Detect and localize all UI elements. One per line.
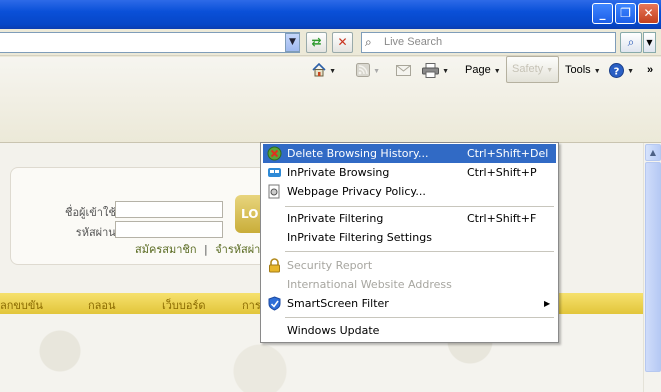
restore-icon: ❐	[620, 6, 631, 20]
menu-item-windows-update[interactable]: Windows Update	[263, 321, 556, 340]
chevron-up-icon: ▲	[649, 148, 657, 157]
safety-menu-button[interactable]: Safety ▼	[506, 56, 560, 83]
vertical-scrollbar[interactable]: ▲	[643, 143, 661, 392]
chevron-down-icon: ▼	[373, 68, 380, 75]
chevron-down-icon: ▼	[289, 37, 296, 47]
password-input[interactable]	[115, 221, 223, 238]
tools-menu-label: Tools	[565, 64, 591, 76]
menu-item-delete-browsing-history[interactable]: Delete Browsing History... Ctrl+Shift+De…	[263, 144, 556, 163]
search-options-button[interactable]: ▼	[643, 32, 656, 53]
magnifier-icon: ⌕	[627, 35, 635, 49]
lock-icon	[269, 258, 280, 273]
read-mail-button[interactable]	[396, 59, 411, 81]
rss-icon	[356, 63, 370, 78]
menu-item-label: InPrivate Browsing	[287, 166, 390, 179]
scroll-up-button[interactable]: ▲	[645, 144, 661, 161]
stop-button[interactable]: ✕	[332, 32, 353, 53]
search-box[interactable]: ⌕ Live Search	[361, 32, 616, 53]
feeds-button[interactable]: ▼	[356, 59, 380, 81]
close-icon: ✕	[643, 6, 654, 20]
home-button[interactable]: ▼	[312, 59, 336, 81]
menu-item-shortcut: Ctrl+Shift+P	[467, 166, 537, 179]
site-nav-item[interactable]: กลอน	[88, 296, 116, 314]
refresh-button[interactable]: ⇄	[306, 32, 327, 53]
menu-item-inprivate-filtering[interactable]: InPrivate Filtering Ctrl+Shift+F	[263, 209, 556, 228]
scroll-thumb[interactable]	[645, 162, 661, 372]
menu-item-label: International Website Address	[287, 278, 452, 291]
menu-separator	[285, 206, 554, 207]
menu-item-label: Webpage Privacy Policy...	[287, 185, 426, 198]
address-field[interactable]	[0, 32, 300, 53]
register-link[interactable]: สมัครสมาชิก	[135, 243, 197, 256]
mail-icon	[396, 64, 411, 76]
site-nav-item[interactable]: เว็บบอร์ด	[162, 296, 206, 314]
menu-item-webpage-privacy-policy[interactable]: Webpage Privacy Policy...	[263, 182, 556, 201]
menu-item-shortcut: Ctrl+Shift+Del	[467, 147, 549, 160]
refresh-icon: ⇄	[311, 35, 322, 49]
printer-icon	[422, 62, 439, 78]
menu-separator	[285, 317, 554, 318]
delete-history-icon	[267, 146, 282, 161]
help-button[interactable]: ? ▼	[609, 59, 634, 81]
print-button[interactable]: ▼	[422, 59, 449, 81]
link-separator: |	[204, 243, 208, 256]
chevron-down-icon: ▼	[493, 68, 501, 75]
close-button[interactable]: ✕	[638, 3, 659, 24]
chevron-down-icon: ▼	[546, 67, 554, 74]
menu-item-label: InPrivate Filtering	[287, 212, 384, 225]
site-nav-item[interactable]: ลกขบขัน	[0, 296, 43, 314]
inprivate-icon	[268, 168, 281, 177]
menu-item-label: Security Report	[287, 259, 373, 272]
menu-item-international-website-address: International Website Address	[263, 275, 556, 294]
menu-item-security-report: Security Report	[263, 256, 556, 275]
chevron-down-icon: ▼	[646, 38, 653, 47]
username-label: ชื่อผู้เข้าใช้ :	[64, 206, 123, 219]
chevron-down-icon: ▼	[442, 68, 449, 75]
address-row: ▼ ⇄ ✕ ⌕ Live Search ⌕ ▼	[0, 29, 661, 56]
search-button[interactable]: ⌕	[620, 32, 642, 53]
chevron-right-double-icon: »	[647, 64, 654, 76]
menu-separator	[285, 251, 554, 252]
menu-item-label: Windows Update	[287, 324, 380, 337]
submenu-arrow-icon: ▶	[544, 299, 551, 308]
menu-item-inprivate-filtering-settings[interactable]: InPrivate Filtering Settings	[263, 228, 556, 247]
help-icon: ?	[609, 62, 624, 78]
tools-menu-button[interactable]: Tools ▼	[565, 59, 601, 81]
stop-icon: ✕	[337, 35, 348, 49]
username-input[interactable]	[115, 201, 223, 218]
safety-menu-label: Safety	[512, 63, 544, 75]
privacy-policy-icon	[268, 184, 280, 199]
account-links: สมัครสมาชิก | จำรหัสผ่าน	[135, 240, 268, 258]
home-icon	[312, 63, 326, 77]
smartscreen-shield-icon	[268, 296, 281, 311]
menu-item-inprivate-browsing[interactable]: InPrivate Browsing Ctrl+Shift+P	[263, 163, 556, 182]
menu-item-smartscreen-filter[interactable]: SmartScreen Filter ▶	[263, 294, 556, 313]
chevron-down-icon: ▼	[627, 68, 634, 75]
search-icon: ⌕	[365, 35, 372, 49]
more-commands-button[interactable]: »	[647, 59, 653, 81]
minimize-icon: _	[599, 6, 606, 20]
menu-item-label: InPrivate Filtering Settings	[287, 231, 432, 244]
safety-dropdown-menu: Delete Browsing History... Ctrl+Shift+De…	[260, 142, 559, 343]
menu-item-label: SmartScreen Filter	[287, 297, 389, 310]
menu-item-shortcut: Ctrl+Shift+F	[467, 212, 537, 225]
restore-button[interactable]: ❐	[615, 3, 636, 24]
search-placeholder: Live Search	[384, 36, 443, 48]
chevron-down-icon: ▼	[329, 68, 336, 75]
site-nav-item[interactable]: การ	[242, 296, 261, 314]
chevron-down-icon: ▼	[593, 68, 601, 75]
password-label: รหัสผ่าน :	[75, 226, 123, 239]
page-menu-button[interactable]: Page ▼	[465, 59, 501, 81]
window-titlebar: _ ❐ ✕	[0, 0, 661, 29]
menu-item-label: Delete Browsing History...	[287, 147, 429, 160]
svg-text:?: ?	[614, 66, 620, 77]
address-dropdown-button[interactable]: ▼	[285, 33, 300, 52]
minimize-button[interactable]: _	[592, 3, 613, 24]
page-menu-label: Page	[465, 64, 491, 76]
